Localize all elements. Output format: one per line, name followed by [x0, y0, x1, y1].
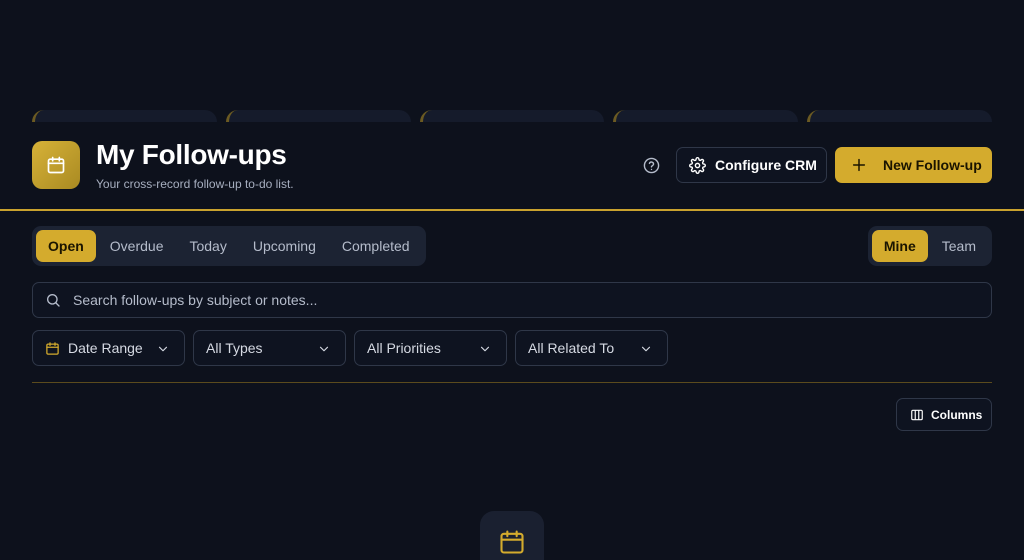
chevron-down-icon	[478, 342, 492, 359]
related-to-filter[interactable]: All Related To	[515, 330, 668, 366]
status-tabs: Open Overdue Today Upcoming Completed	[32, 226, 426, 266]
new-follow-up-button[interactable]: New Follow-up	[835, 147, 992, 183]
calendar-icon	[498, 528, 526, 556]
priorities-label: All Priorities	[367, 340, 441, 356]
scope-toggle: Mine Team	[867, 226, 992, 266]
chevron-down-icon	[317, 342, 331, 359]
new-follow-up-label: New Follow-up	[883, 157, 982, 173]
tab-overdue[interactable]: Overdue	[98, 230, 176, 262]
page-title: My Follow-ups	[96, 139, 287, 170]
date-range-filter[interactable]: Date Range	[32, 330, 185, 366]
chevron-down-icon	[156, 342, 170, 359]
related-to-label: All Related To	[528, 340, 615, 356]
priorities-filter[interactable]: All Priorities	[354, 330, 507, 366]
page-subtitle: Your cross-record follow-up to-do list.	[96, 177, 294, 191]
plus-icon	[851, 157, 867, 173]
stat-card	[225, 110, 411, 122]
header-divider	[0, 209, 1024, 211]
search-input[interactable]	[73, 292, 991, 308]
stat-cards-strip	[32, 110, 992, 122]
columns-button[interactable]: Columns	[896, 398, 992, 431]
date-range-label: Date Range	[68, 340, 143, 356]
tab-open[interactable]: Open	[36, 230, 96, 262]
tab-completed[interactable]: Completed	[330, 230, 422, 262]
tab-today[interactable]: Today	[177, 230, 238, 262]
search-bar	[32, 282, 992, 318]
stat-card	[807, 110, 992, 122]
configure-crm-button[interactable]: Configure CRM	[676, 147, 827, 183]
search-icon	[45, 292, 61, 308]
stat-card	[613, 110, 799, 122]
stat-card	[32, 110, 217, 122]
stat-card	[419, 110, 605, 122]
chevron-down-icon	[639, 342, 653, 359]
columns-label: Columns	[931, 407, 983, 422]
types-filter[interactable]: All Types	[193, 330, 346, 366]
tab-upcoming[interactable]: Upcoming	[241, 230, 328, 262]
gear-icon	[689, 156, 706, 174]
scope-mine[interactable]: Mine	[871, 230, 928, 262]
scope-team[interactable]: Team	[930, 230, 988, 262]
page-header: My Follow-ups Your cross-record follow-u…	[32, 139, 992, 191]
types-label: All Types	[206, 340, 263, 356]
help-icon[interactable]	[642, 156, 660, 174]
columns-icon	[910, 408, 924, 422]
configure-crm-label: Configure CRM	[715, 157, 817, 173]
filter-bar: Date Range All Types All Priorities All …	[32, 330, 668, 366]
calendar-icon	[32, 141, 80, 189]
calendar-icon	[45, 341, 60, 356]
empty-state-icon	[480, 511, 544, 560]
filter-divider	[32, 382, 992, 383]
